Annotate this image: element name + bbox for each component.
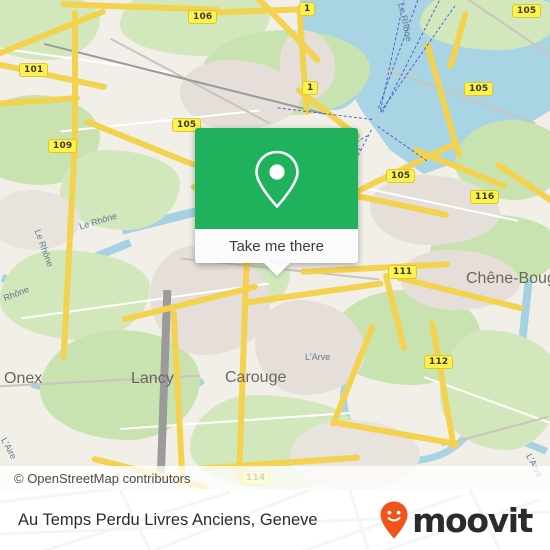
take-me-there-label: Take me there xyxy=(228,237,325,255)
destination-popup-card[interactable]: Take me there xyxy=(195,128,358,276)
place-label: Chêne-Bouge xyxy=(466,270,550,287)
place-title: Au Temps Perdu Livres Anciens, Geneve xyxy=(18,510,318,529)
road-shield: 1 xyxy=(302,81,319,95)
water-label: L'Arve xyxy=(305,352,331,362)
footer-bar: Au Temps Perdu Livres Anciens, Geneve mo… xyxy=(0,490,550,550)
moovit-logo[interactable]: moovit xyxy=(379,500,533,540)
road-shield: 106 xyxy=(188,10,218,24)
road-shield: 112 xyxy=(424,355,454,369)
moovit-map-screen: Le Rhône Le Rhône Le Rhône Rhône L'Aire L'Arv… xyxy=(0,0,550,550)
road-shield: 109 xyxy=(48,139,78,153)
location-pin-icon xyxy=(254,150,299,208)
take-me-there-button[interactable]: Take me there xyxy=(195,229,358,263)
place-label: Onex xyxy=(4,370,43,387)
road-main xyxy=(72,10,78,160)
map-attribution-bar: © OpenStreetMap contributors xyxy=(0,466,550,490)
place-label: Lancy xyxy=(131,370,174,387)
road-shield: 105 xyxy=(386,169,416,183)
popup-pointer-tail xyxy=(263,263,290,276)
place-label: Carouge xyxy=(225,369,287,386)
moovit-pin-smiley-icon xyxy=(380,501,408,539)
road-shield: 101 xyxy=(19,63,49,77)
popup-icon-area xyxy=(195,128,358,229)
map-canvas[interactable]: Le Rhône Le Rhône Le Rhône Rhône L'Aire L'Arv… xyxy=(0,0,550,490)
road-shield: 105 xyxy=(512,4,542,18)
osm-attribution-text: © OpenStreetMap contributors xyxy=(14,470,191,486)
road-shield: 1 xyxy=(299,2,316,16)
moovit-wordmark: moovit xyxy=(412,500,533,540)
road-shield: 105 xyxy=(464,82,494,96)
road-shield: 116 xyxy=(470,190,500,204)
road-shield: 111 xyxy=(388,265,418,279)
